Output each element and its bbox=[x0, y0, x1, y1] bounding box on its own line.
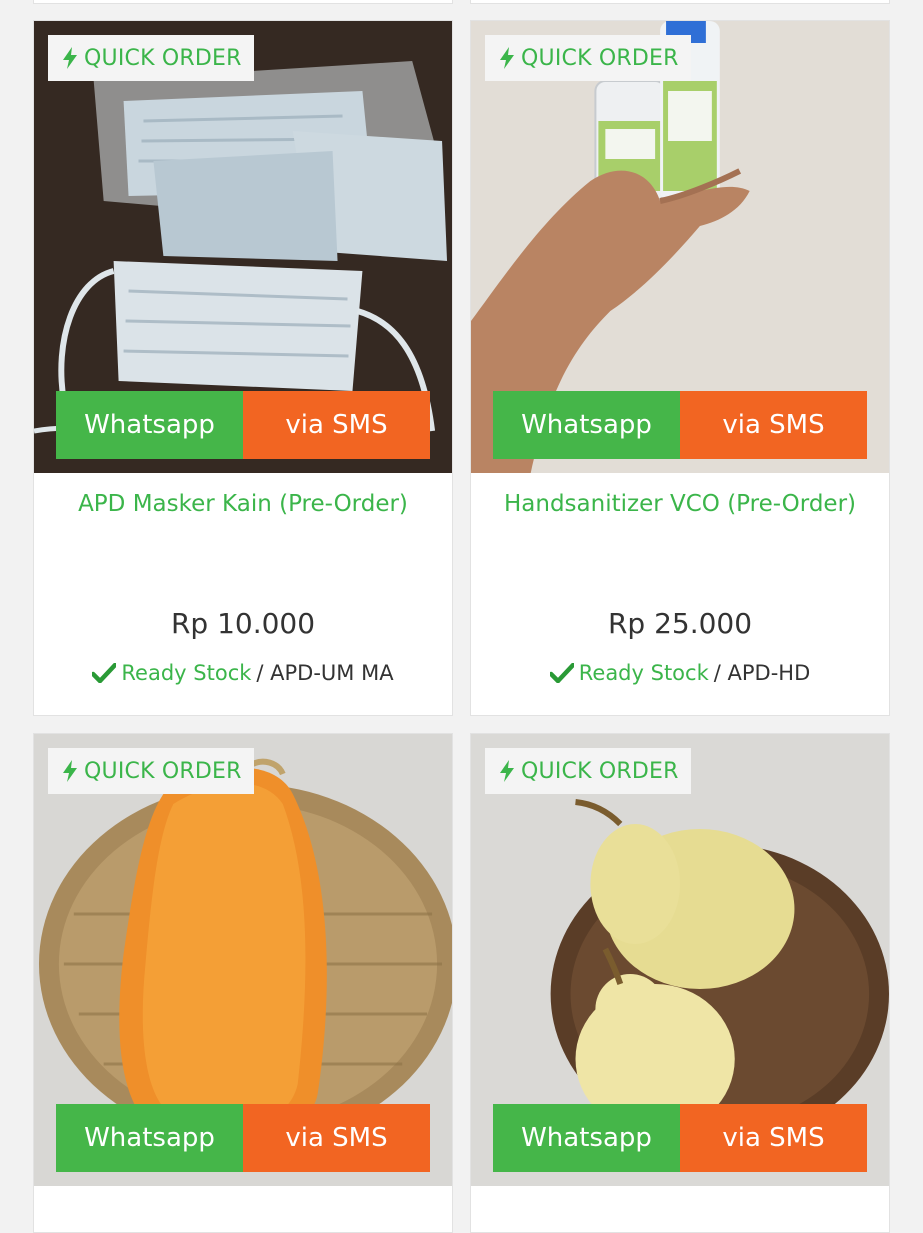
sms-button[interactable]: via SMS bbox=[680, 1104, 867, 1172]
contact-buttons: Whatsapp via SMS bbox=[493, 1104, 867, 1172]
product-title[interactable]: Handsanitizer VCO (Pre-Order) bbox=[481, 487, 879, 521]
quick-order-label: QUICK ORDER bbox=[521, 758, 679, 784]
stock-label: Ready Stock bbox=[578, 661, 709, 685]
product-sku: / APD-UM MA bbox=[256, 661, 394, 685]
product-card[interactable]: QUICK ORDER Whatsapp via SMS bbox=[33, 733, 453, 1233]
quick-order-badge[interactable]: QUICK ORDER bbox=[48, 748, 254, 794]
product-card[interactable]: QUICK ORDER Whatsapp via SMS APD Masker … bbox=[33, 20, 453, 716]
product-card[interactable]: QUICK ORDER Whatsapp via SMS bbox=[470, 733, 890, 1233]
whatsapp-button[interactable]: Whatsapp bbox=[56, 1104, 243, 1172]
stock-label: Ready Stock bbox=[121, 661, 252, 685]
product-card[interactable]: QUICK ORDER Whatsapp via SMS Handsanitiz… bbox=[470, 20, 890, 716]
quick-order-label: QUICK ORDER bbox=[84, 758, 242, 784]
contact-buttons: Whatsapp via SMS bbox=[56, 391, 430, 459]
lightning-bolt-icon bbox=[63, 47, 77, 69]
previous-card-edge bbox=[33, 0, 453, 4]
contact-buttons: Whatsapp via SMS bbox=[56, 1104, 430, 1172]
quick-order-badge[interactable]: QUICK ORDER bbox=[485, 748, 691, 794]
lightning-bolt-icon bbox=[63, 760, 77, 782]
product-image[interactable]: QUICK ORDER Whatsapp via SMS bbox=[34, 734, 452, 1186]
sms-button[interactable]: via SMS bbox=[243, 391, 430, 459]
quick-order-label: QUICK ORDER bbox=[521, 45, 679, 71]
contact-buttons: Whatsapp via SMS bbox=[493, 391, 867, 459]
quick-order-badge[interactable]: QUICK ORDER bbox=[48, 35, 254, 81]
product-image[interactable]: QUICK ORDER Whatsapp via SMS bbox=[34, 21, 452, 473]
product-title[interactable]: APD Masker Kain (Pre-Order) bbox=[44, 487, 442, 521]
whatsapp-button[interactable]: Whatsapp bbox=[56, 391, 243, 459]
whatsapp-button[interactable]: Whatsapp bbox=[493, 1104, 680, 1172]
lightning-bolt-icon bbox=[500, 760, 514, 782]
checkmark-icon bbox=[92, 663, 117, 683]
stock-status: Ready Stock / APD-UM MA bbox=[34, 661, 452, 685]
sms-button[interactable]: via SMS bbox=[243, 1104, 430, 1172]
product-info: APD Masker Kain (Pre-Order) Rp 10.000 Re… bbox=[34, 473, 452, 715]
product-price: Rp 10.000 bbox=[170, 607, 316, 640]
sms-button[interactable]: via SMS bbox=[680, 391, 867, 459]
lightning-bolt-icon bbox=[500, 47, 514, 69]
quick-order-label: QUICK ORDER bbox=[84, 45, 242, 71]
product-image[interactable]: QUICK ORDER Whatsapp via SMS bbox=[471, 21, 889, 473]
product-info: Handsanitizer VCO (Pre-Order) Rp 25.000 … bbox=[471, 473, 889, 715]
product-price: Rp 25.000 bbox=[607, 607, 753, 640]
product-sku: / APD-HD bbox=[713, 661, 811, 685]
checkmark-icon bbox=[549, 663, 574, 683]
stock-status: Ready Stock / APD-HD bbox=[471, 661, 889, 685]
previous-card-edge bbox=[470, 0, 890, 4]
quick-order-badge[interactable]: QUICK ORDER bbox=[485, 35, 691, 81]
whatsapp-button[interactable]: Whatsapp bbox=[493, 391, 680, 459]
product-image[interactable]: QUICK ORDER Whatsapp via SMS bbox=[471, 734, 889, 1186]
